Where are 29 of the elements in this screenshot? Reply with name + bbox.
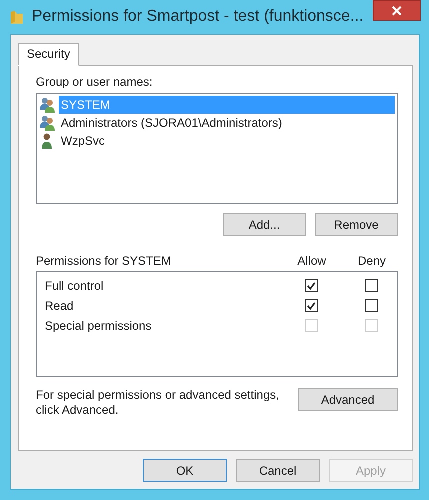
permission-name: Full control (45, 278, 105, 292)
users-icon (39, 97, 56, 113)
permission-name: Special permissions (45, 318, 153, 332)
dialog-button[interactable]: Cancel (236, 459, 320, 482)
permission-name: Read (45, 298, 75, 312)
check-icon (306, 282, 316, 290)
advanced-button[interactable]: Advanced (298, 388, 398, 411)
close-button[interactable] (373, 0, 421, 21)
checkbox[interactable] (304, 279, 318, 292)
column-header: Allow (296, 254, 328, 268)
checkbox[interactable] (364, 279, 378, 292)
users-icon (39, 115, 56, 131)
window-title: Permissions for Smartpost - test (funktionsce... (32, 8, 364, 26)
checkbox[interactable] (304, 299, 318, 312)
column-header: Deny (356, 254, 387, 268)
user-list-item[interactable]: Administrators (SJORA01\Administrators) (59, 114, 284, 132)
group-list-label: Group or user names: (36, 75, 154, 89)
folder-icon (10, 9, 24, 25)
advanced-hint: For special permissions or advanced settings, click Advanced. (36, 388, 280, 418)
dialog-button[interactable]: OK (143, 459, 227, 482)
user-list[interactable]: SYSTEM Administrators (SJORA01\Administrators) WzpSvc (36, 93, 398, 204)
tab[interactable]: Security (18, 43, 80, 66)
close-icon (392, 6, 402, 16)
permissions-label: Permissions for SYSTEM (36, 254, 172, 268)
add-button[interactable]: Add... (223, 213, 306, 236)
checkbox[interactable] (364, 299, 378, 312)
user-list-item[interactable]: WzpSvc (59, 132, 108, 150)
remove-button[interactable]: Remove (315, 213, 398, 236)
check-icon (306, 302, 316, 310)
